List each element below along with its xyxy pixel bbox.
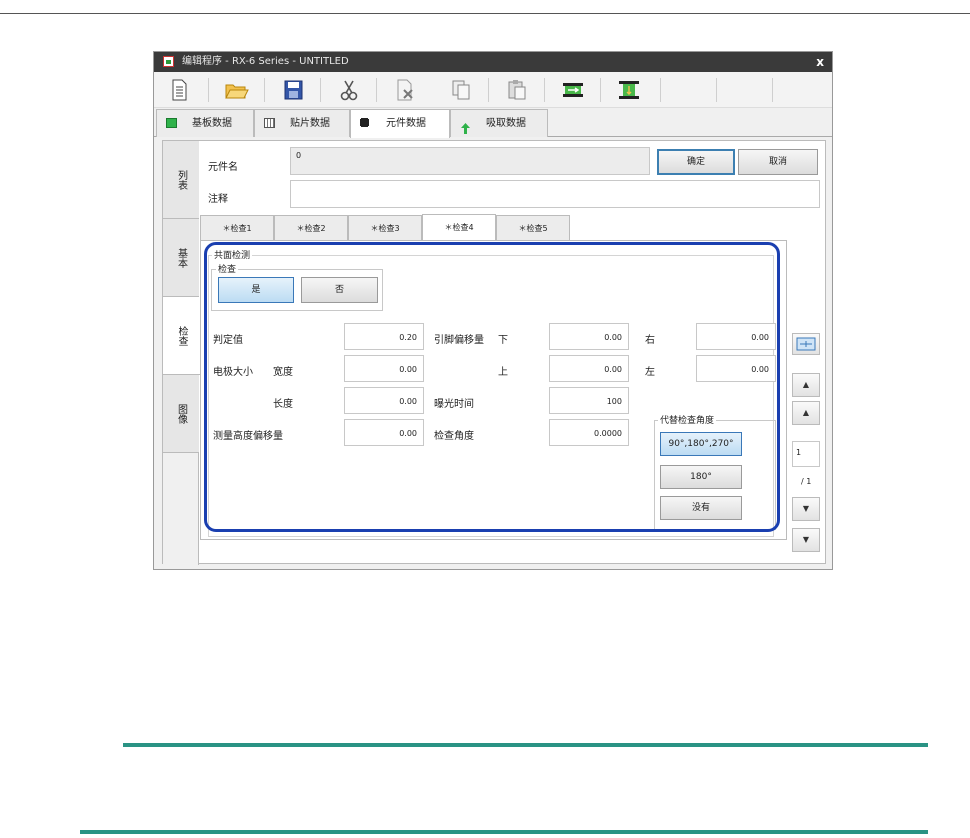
comment-field[interactable] [290,180,820,208]
first-page-icon[interactable]: ▲ [792,373,820,397]
editor-window: 编辑程序 - RX-6 Series - UNTITLED x 基板数据 贴片数… [153,51,833,570]
page-total: / 1 [801,477,812,486]
grid-icon [264,118,275,128]
copy-icon[interactable] [440,74,482,106]
component-name-label: 元件名 [208,162,238,173]
divider-bottom [80,830,928,834]
highlight-outline [204,242,780,532]
page-number-field[interactable]: 1 [792,441,820,467]
tab-pickup-data[interactable]: 吸取数据 [450,109,548,137]
tab-placement-data[interactable]: 贴片数据 [254,109,350,137]
content-panel: 列表 基本 检查 图像 元件名 0 确定 取消 注释 ＊检查1 ＊检查2 ＊检查… [162,140,826,565]
toolbar [154,72,832,108]
next-page-icon[interactable]: ▼ [792,497,820,521]
chip-icon [361,118,368,127]
tab-component-data[interactable]: 元件数据 [350,109,450,138]
vtab-basic[interactable]: 基本 [163,219,199,297]
comment-label: 注释 [208,194,228,205]
vtab-list[interactable]: 列表 [163,141,199,219]
subtab-inspection-2[interactable]: ＊检查2 [274,215,348,240]
subtab-inspection-3[interactable]: ＊检查3 [348,215,422,240]
divider-top [123,743,928,747]
new-file-icon[interactable] [158,74,200,106]
main-tabs: 基板数据 贴片数据 元件数据 吸取数据 [154,109,832,138]
board-icon [166,118,177,128]
close-button[interactable]: x [816,52,824,72]
subtab-inspection-4[interactable]: ＊检查4 [422,214,496,241]
ok-button[interactable]: 确定 [657,149,735,175]
title-bar: 编辑程序 - RX-6 Series - UNTITLED x [154,52,832,72]
subtab-inspection-5[interactable]: ＊检查5 [496,215,570,240]
last-page-icon[interactable]: ▼ [792,528,820,552]
tab-board-data[interactable]: 基板数据 [156,109,254,137]
cancel-button[interactable]: 取消 [738,149,818,175]
top-rule [0,13,970,14]
component-name-field[interactable]: 0 [290,147,650,175]
cut-icon[interactable] [328,74,370,106]
vertical-tabs: 列表 基本 检查 图像 [163,141,200,565]
window-title: 编辑程序 - RX-6 Series - UNTITLED [182,56,349,67]
app-icon [163,56,174,67]
subtab-inspection-1[interactable]: ＊检查1 [200,215,274,240]
delete-icon[interactable] [384,74,426,106]
paste-icon[interactable] [496,74,538,106]
save-icon[interactable] [272,74,314,106]
open-folder-icon[interactable] [215,74,257,106]
previous-page-icon[interactable]: ▲ [792,401,820,425]
pickup-icon [460,118,471,134]
align-icon[interactable] [608,74,650,106]
vtab-inspection[interactable]: 检查 [163,297,200,375]
vtab-image[interactable]: 图像 [163,375,199,453]
transfer-icon[interactable] [552,74,594,106]
view-toggle-icon[interactable] [792,333,820,355]
